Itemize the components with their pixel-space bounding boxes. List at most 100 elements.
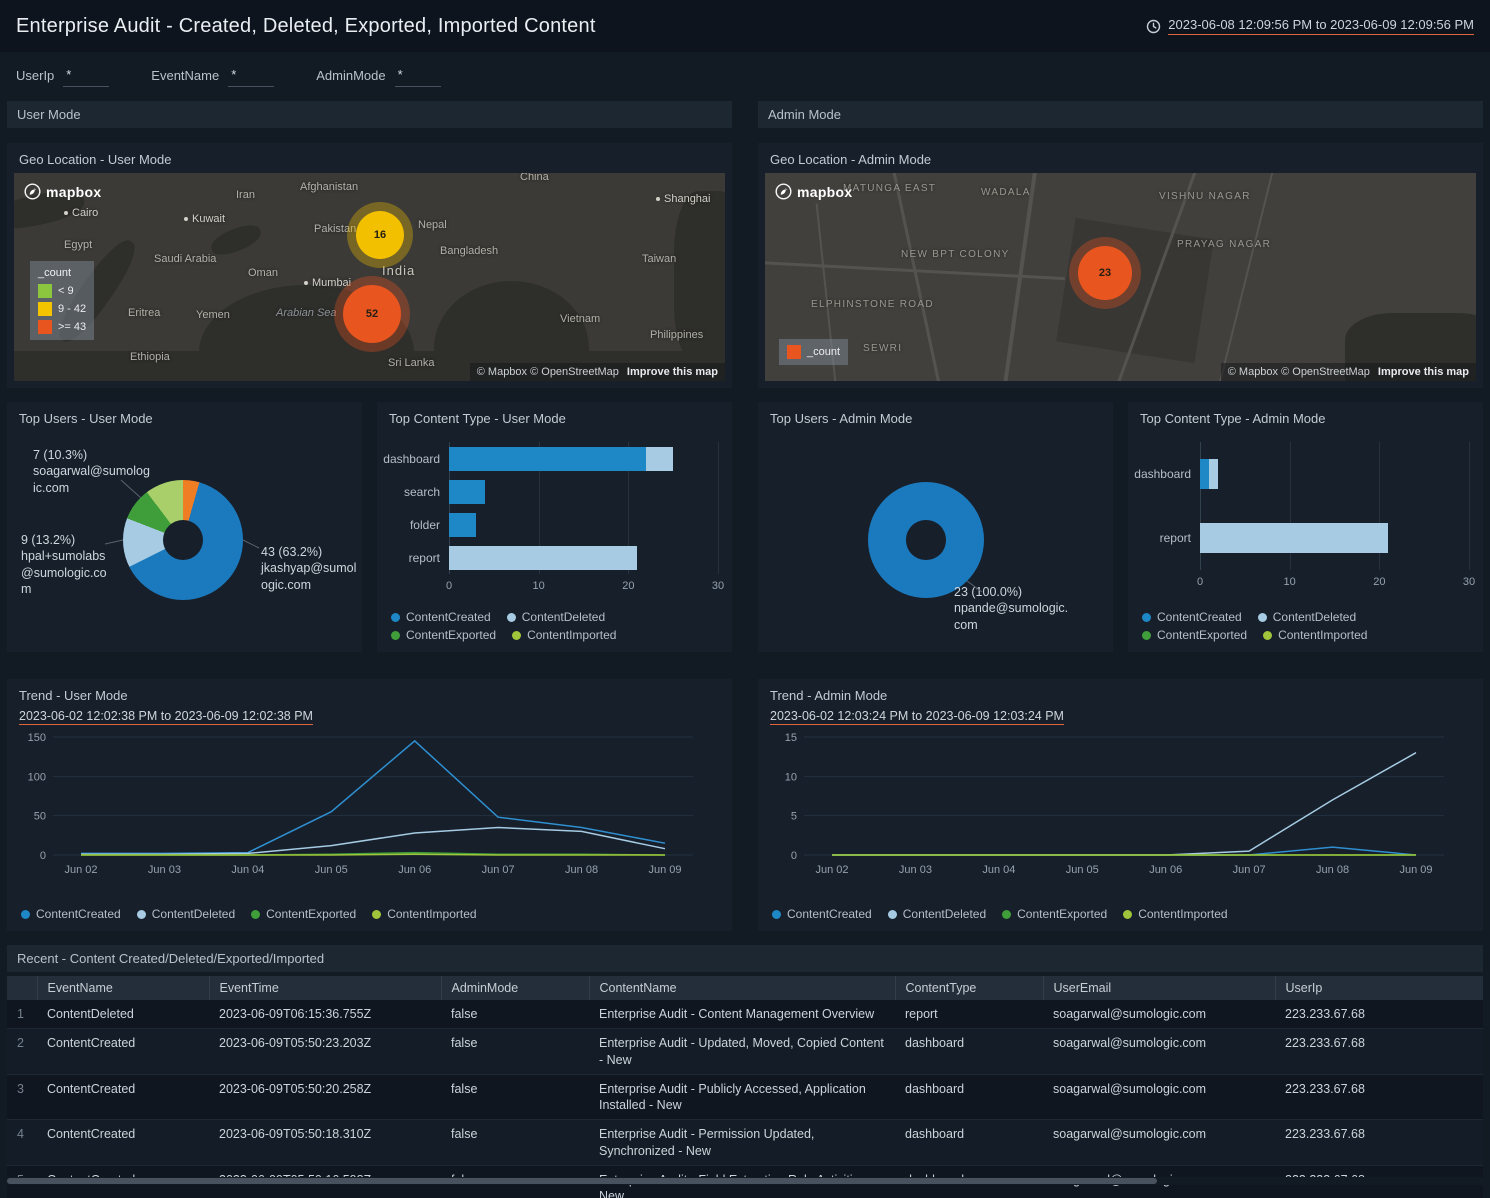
- cell-useremail: soagarwal@sumologic.com: [1043, 1074, 1275, 1120]
- table-row[interactable]: 1ContentDeleted2023-06-09T06:15:36.755Zf…: [7, 1000, 1483, 1029]
- mapbox-logo[interactable]: mapbox: [24, 183, 101, 200]
- panel-trend-user: Trend - User Mode 2023-06-02 12:02:38 PM…: [7, 679, 732, 931]
- map-admin-mode[interactable]: mapbox © Mapbox © OpenStreetMap Improve …: [765, 173, 1476, 381]
- cell-contentname: Enterprise Audit - Content Management Ov…: [589, 1000, 895, 1029]
- donut-callout: 7 (10.3%)soagarwal@sumologic.com: [33, 447, 151, 496]
- bar-row: [1200, 442, 1469, 506]
- bar-segment-ContentCreated[interactable]: [449, 513, 476, 537]
- table-row[interactable]: 4ContentCreated2023-06-09T05:50:18.310Zf…: [7, 1120, 1483, 1166]
- legend-label: ContentExported: [406, 628, 496, 642]
- column-header-EventTime[interactable]: EventTime: [209, 976, 441, 1000]
- improve-map-link[interactable]: Improve this map: [1378, 366, 1469, 378]
- map-place-label: Ethiopia: [130, 351, 170, 363]
- filter-input-adminmode[interactable]: *: [395, 67, 441, 87]
- column-header-index[interactable]: [7, 976, 37, 1000]
- map-count-bubble[interactable]: 23: [1078, 246, 1132, 300]
- map-count-bubble[interactable]: 52: [343, 285, 401, 343]
- dashboard-header: Enterprise Audit - Created, Deleted, Exp…: [0, 0, 1490, 52]
- table-viewport[interactable]: EventNameEventTimeAdminModeContentNameCo…: [7, 976, 1483, 1198]
- column-header-EventName[interactable]: EventName: [37, 976, 209, 1000]
- table-row[interactable]: 2ContentCreated2023-06-09T05:50:23.203Zf…: [7, 1029, 1483, 1075]
- cell-userip: 223.233.67.68: [1275, 1074, 1483, 1120]
- cell-eventtime: 2023-06-09T05:50:23.203Z: [209, 1029, 441, 1075]
- legend-item-ContentCreated: ContentCreated: [1142, 610, 1242, 624]
- bar-row: [449, 508, 718, 541]
- x-axis-ticks: 0102030: [449, 574, 718, 592]
- attribution-text[interactable]: © Mapbox © OpenStreetMap: [477, 366, 619, 378]
- mapbox-logo[interactable]: mapbox: [775, 183, 852, 200]
- column-header-UserEmail[interactable]: UserEmail: [1043, 976, 1275, 1000]
- page-title: Enterprise Audit - Created, Deleted, Exp…: [16, 15, 596, 38]
- attribution-text[interactable]: © Mapbox © OpenStreetMap: [1228, 366, 1370, 378]
- cell-useremail: soagarwal@sumologic.com: [1043, 1120, 1275, 1166]
- horizontal-scrollbar[interactable]: [0, 1177, 1490, 1185]
- map-user-mode[interactable]: mapbox © Mapbox © OpenStreetMap Improve …: [14, 173, 725, 381]
- panel-title: Top Users - Admin Mode: [758, 402, 1113, 432]
- legend-item-ContentDeleted: ContentDeleted: [137, 907, 235, 921]
- trend-admin-timerange-link[interactable]: 2023-06-02 12:03:24 PM to 2023-06-09 12:…: [770, 709, 1064, 725]
- time-range-control[interactable]: 2023-06-08 12:09:56 PM to 2023-06-09 12:…: [1146, 17, 1474, 35]
- panel-title: Trend - Admin Mode: [758, 679, 1483, 709]
- panel-top-users-user: Top Users - User Mode 7 (10.3%)soagarwal…: [7, 402, 362, 652]
- cell-eventtime: 2023-06-09T05:50:20.258Z: [209, 1074, 441, 1120]
- donut-chart[interactable]: [868, 482, 984, 598]
- column-header-UserIp[interactable]: UserIp: [1275, 976, 1483, 1000]
- legend-dot: [1263, 631, 1272, 640]
- svg-text:15: 15: [785, 732, 797, 744]
- column-header-ContentName[interactable]: ContentName: [589, 976, 895, 1000]
- column-header-AdminMode[interactable]: AdminMode: [441, 976, 589, 1000]
- map-count-bubble[interactable]: 16: [356, 211, 404, 259]
- bar-category-labels: dashboardreport: [1134, 442, 1200, 588]
- map-place-label: Philippines: [650, 329, 703, 341]
- map-place-label: Arabian Sea: [276, 307, 337, 319]
- filter-input-eventname[interactable]: *: [228, 67, 274, 87]
- improve-map-link[interactable]: Improve this map: [627, 366, 718, 378]
- bar-segment-ContentCreated[interactable]: [449, 447, 646, 471]
- column-header-ContentType[interactable]: ContentType: [895, 976, 1043, 1000]
- category-label: report: [1134, 506, 1200, 570]
- legend-item-ContentExported: ContentExported: [251, 907, 356, 921]
- x-tick-label: 10: [1284, 576, 1296, 588]
- table-row[interactable]: 3ContentCreated2023-06-09T05:50:20.258Zf…: [7, 1074, 1483, 1120]
- bar-segment-ContentDeleted[interactable]: [646, 447, 673, 471]
- legend-dot: [1123, 910, 1132, 919]
- bar-segment-ContentDeleted[interactable]: [449, 546, 637, 570]
- bar-segment-ContentDeleted[interactable]: [1200, 523, 1388, 553]
- cell-eventtime: 2023-06-09T05:50:18.310Z: [209, 1120, 441, 1166]
- panel-trend-admin: Trend - Admin Mode 2023-06-02 12:03:24 P…: [758, 679, 1483, 931]
- gridline: [718, 442, 719, 574]
- map-place-label: India: [382, 263, 415, 278]
- svg-text:Jun 03: Jun 03: [899, 864, 932, 876]
- legend-dot: [512, 631, 521, 640]
- cell-adminmode: false: [441, 1029, 589, 1075]
- panel-top-content-user: Top Content Type - User Mode dashboardse…: [377, 402, 732, 652]
- map-attribution: © Mapbox © OpenStreetMap Improve this ma…: [470, 363, 725, 381]
- scrollbar-thumb[interactable]: [7, 1178, 1157, 1184]
- legend-item-ContentExported: ContentExported: [1002, 907, 1107, 921]
- svg-text:Jun 05: Jun 05: [315, 864, 348, 876]
- clock-icon: [1146, 19, 1161, 34]
- bar-row: [449, 475, 718, 508]
- cell-index: 1: [7, 1000, 37, 1029]
- map-place-label: PRAYAG NAGAR: [1177, 239, 1271, 250]
- trend-user-timerange-link[interactable]: 2023-06-02 12:02:38 PM to 2023-06-09 12:…: [19, 709, 313, 725]
- legend-label: ContentCreated: [1157, 610, 1242, 624]
- bar-segment-ContentCreated[interactable]: [1200, 459, 1209, 489]
- svg-text:5: 5: [791, 811, 797, 823]
- donut-chart[interactable]: [123, 480, 243, 600]
- callout-email: soagarwal@sumologic.com: [33, 463, 151, 496]
- svg-text:Jun 08: Jun 08: [1316, 864, 1349, 876]
- mapbox-wordmark: mapbox: [797, 184, 852, 200]
- cell-userip: 223.233.67.68: [1275, 1000, 1483, 1029]
- panel-geo-user-mode: Geo Location - User Mode mapbox © Mapbox…: [7, 143, 732, 388]
- filter-bar: UserIp*EventName*AdminMode*: [0, 52, 1490, 95]
- bar-segment-ContentCreated[interactable]: [449, 480, 485, 504]
- filter-input-userip[interactable]: *: [63, 67, 109, 87]
- map-legend-item: >= 43: [38, 320, 86, 334]
- legend-item-ContentCreated: ContentCreated: [772, 907, 872, 921]
- cell-userip: 223.233.67.68: [1275, 1029, 1483, 1075]
- bar-segment-ContentDeleted[interactable]: [1209, 459, 1218, 489]
- map-legend: _count: [779, 339, 848, 365]
- admin-charts-row: Top Users - Admin Mode 23 (100.0%)npande…: [758, 402, 1483, 666]
- map-place-label: Shanghai: [664, 193, 711, 205]
